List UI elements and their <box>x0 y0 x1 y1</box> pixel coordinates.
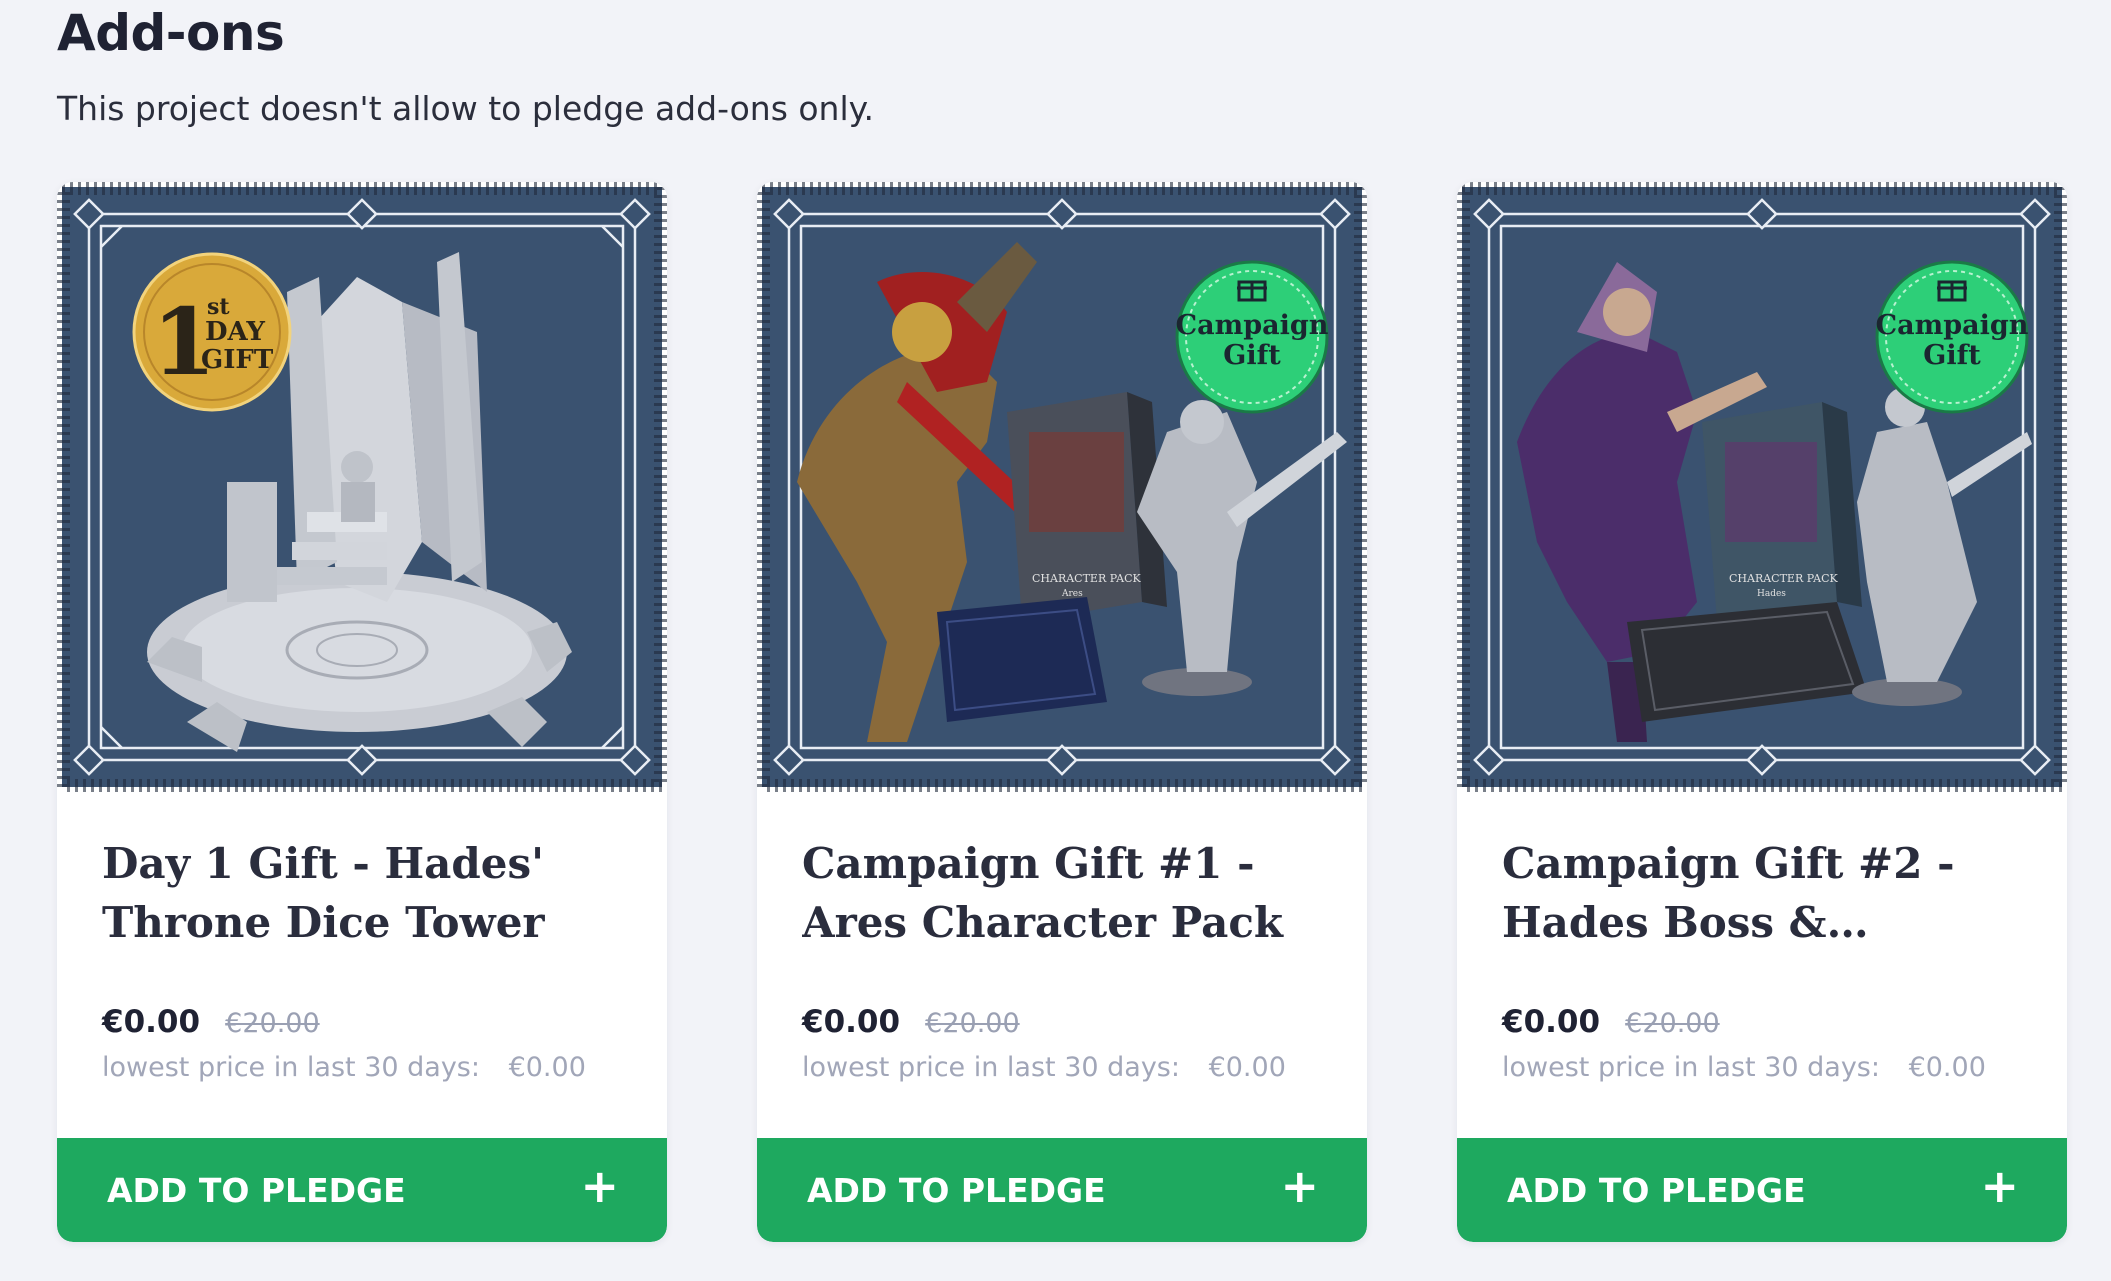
addon-title[interactable]: Day 1 Gift - Hades' Throne Dice Tower <box>102 834 632 952</box>
add-to-pledge-label: ADD TO PLEDGE <box>1507 1171 1806 1210</box>
svg-text:DAY: DAY <box>205 317 265 347</box>
addon-title[interactable]: Campaign Gift #2 - Hades Boss & Characte… <box>1502 834 2032 952</box>
add-to-pledge-label: ADD TO PLEDGE <box>807 1171 1106 1210</box>
lowest-price-row: lowest price in last 30 days: €0.00 <box>1502 1052 1986 1083</box>
addon-image-hades-pack[interactable]: CHARACTER PACK Hades Campaign Gift <box>1457 182 2067 792</box>
svg-text:Hades: Hades <box>1757 589 1786 599</box>
lowest-price-value: €0.00 <box>508 1052 586 1083</box>
original-price: €20.00 <box>1625 1008 1720 1039</box>
addon-title[interactable]: Campaign Gift #1 - Ares Character Pack <box>802 834 1332 952</box>
current-price: €0.00 <box>802 1004 901 1040</box>
addon-image-dice-tower[interactable]: 1 st DAY GIFT <box>57 182 667 792</box>
day-one-gift-badge: 1 st DAY GIFT <box>132 252 292 412</box>
lowest-price-value: €0.00 <box>1908 1052 1986 1083</box>
lowest-price-label: lowest price in last 30 days: <box>1502 1052 1880 1083</box>
svg-text:GIFT: GIFT <box>201 345 274 375</box>
lowest-price-label: lowest price in last 30 days: <box>102 1052 480 1083</box>
add-to-pledge-button[interactable]: ADD TO PLEDGE + <box>1457 1138 2067 1242</box>
section-title: Add-ons <box>57 4 285 62</box>
add-to-pledge-label: ADD TO PLEDGE <box>107 1171 406 1210</box>
card-box-illustration: CHARACTER PACK Hades <box>1702 402 1862 622</box>
svg-text:Ares: Ares <box>1061 589 1083 599</box>
add-to-pledge-button[interactable]: ADD TO PLEDGE + <box>757 1138 1367 1242</box>
playing-cards-illustration <box>937 597 1107 722</box>
addon-card: CHARACTER PACK Hades Campaign Gift Campa… <box>1457 182 2067 1242</box>
addon-card: 1 st DAY GIFT Day 1 Gift - Hades' Throne… <box>57 182 667 1242</box>
price-row: €0.00 €20.00 <box>1502 1004 1720 1040</box>
svg-text:Gift: Gift <box>1223 340 1281 371</box>
campaign-gift-badge: Campaign Gift <box>1175 260 1329 414</box>
section-subtitle: This project doesn't allow to pledge add… <box>57 89 874 128</box>
original-price: €20.00 <box>925 1008 1020 1039</box>
ares-pack-artwork: CHARACTER PACK Ares Campaign Gift <box>757 182 1367 792</box>
campaign-gift-badge: Campaign Gift <box>1875 260 2029 414</box>
dice-tower-artwork: 1 st DAY GIFT <box>57 182 667 792</box>
addon-card-list: 1 st DAY GIFT Day 1 Gift - Hades' Throne… <box>57 182 2067 1242</box>
lowest-price-row: lowest price in last 30 days: €0.00 <box>102 1052 586 1083</box>
lowest-price-label: lowest price in last 30 days: <box>802 1052 1180 1083</box>
plus-icon: + <box>1980 1159 2019 1213</box>
price-row: €0.00 €20.00 <box>102 1004 320 1040</box>
addon-card: CHARACTER PACK Ares Campaign Gift Campai… <box>757 182 1367 1242</box>
svg-text:CHARACTER PACK: CHARACTER PACK <box>1032 572 1141 585</box>
svg-text:Campaign: Campaign <box>1176 310 1329 341</box>
svg-text:Campaign: Campaign <box>1876 310 2029 341</box>
lowest-price-value: €0.00 <box>1208 1052 1286 1083</box>
svg-text:CHARACTER PACK: CHARACTER PACK <box>1729 572 1838 585</box>
lowest-price-row: lowest price in last 30 days: €0.00 <box>802 1052 1286 1083</box>
current-price: €0.00 <box>1502 1004 1601 1040</box>
plus-icon: + <box>1280 1159 1319 1213</box>
add-to-pledge-button[interactable]: ADD TO PLEDGE + <box>57 1138 667 1242</box>
svg-text:Gift: Gift <box>1923 340 1981 371</box>
current-price: €0.00 <box>102 1004 201 1040</box>
hades-pack-artwork: CHARACTER PACK Hades Campaign Gift <box>1457 182 2067 792</box>
original-price: €20.00 <box>225 1008 320 1039</box>
plus-icon: + <box>580 1159 619 1213</box>
price-row: €0.00 €20.00 <box>802 1004 1020 1040</box>
addon-image-ares-pack[interactable]: CHARACTER PACK Ares Campaign Gift <box>757 182 1367 792</box>
